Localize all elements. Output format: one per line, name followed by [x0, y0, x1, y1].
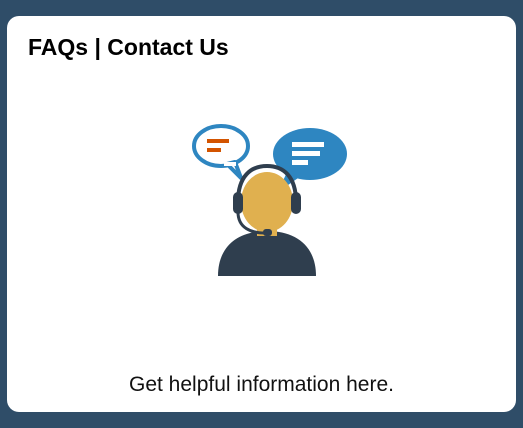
- customer-support-agent-icon: [183, 116, 351, 284]
- tile-description: Get helpful information here.: [129, 373, 394, 396]
- faqs-contact-us-tile[interactable]: FAQs | Contact Us Get helpful informatio…: [7, 16, 516, 412]
- tile-title: FAQs | Contact Us: [28, 34, 229, 60]
- agent-body: [218, 231, 316, 276]
- headset-microphone: [263, 229, 272, 236]
- agent-head: [241, 172, 293, 232]
- speech-bubble-outline-icon: [192, 124, 250, 180]
- headset-earcup-right: [291, 192, 301, 214]
- headset-earcup-left: [233, 192, 243, 214]
